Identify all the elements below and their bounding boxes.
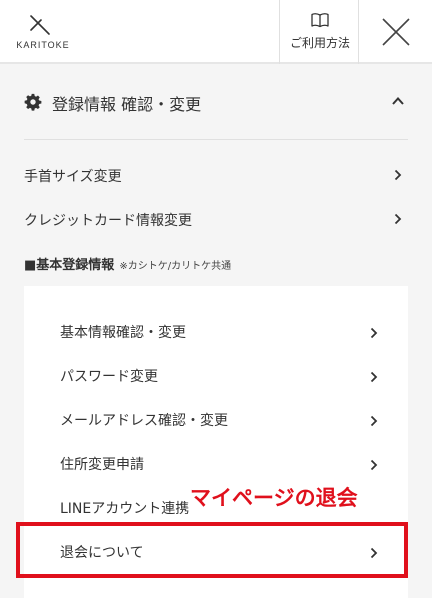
chevron-right-icon — [394, 169, 402, 181]
header: KARITOKE ご利用方法 — [0, 0, 432, 64]
gear-icon — [24, 93, 42, 111]
menu-item-label: 基本情報確認・変更 — [60, 325, 186, 341]
menu-item-label: パスワード変更 — [60, 369, 158, 385]
menu-item-label: メールアドレス確認・変更 — [60, 413, 228, 429]
menu-item-address[interactable]: 住所変更申請 — [60, 442, 378, 486]
menu-item-credit-card[interactable]: クレジットカード情報変更 — [24, 198, 408, 238]
chevron-up-icon — [392, 97, 404, 105]
basic-info-note: ※カシトケ/カリトケ共通 — [119, 261, 232, 272]
usage-guide-button[interactable]: ご利用方法 — [279, 0, 359, 64]
menu-item-basic-info[interactable]: 基本情報確認・変更 — [60, 310, 378, 354]
usage-guide-label: ご利用方法 — [289, 36, 350, 50]
annotation-text: マイページの退会 — [190, 486, 358, 510]
menu-item-label: LINEアカウント連携 — [60, 501, 190, 517]
chevron-right-icon — [370, 459, 378, 471]
logo-mark-icon — [30, 15, 50, 35]
basic-info-heading: ■基本登録情報 ※カシトケ/カリトケ共通 — [24, 254, 231, 273]
close-menu-button[interactable] — [360, 0, 432, 64]
chevron-right-icon — [370, 415, 378, 427]
section-title: 登録情報 確認・変更 — [52, 95, 202, 114]
menu-item-wrist-size[interactable]: 手首サイズ変更 — [24, 154, 408, 194]
registration-section-toggle[interactable]: 登録情報 確認・変更 — [24, 78, 408, 140]
logo-text: KARITOKE — [16, 40, 70, 50]
withdraw-highlight-box — [16, 522, 408, 578]
menu-item-label: 住所変更申請 — [60, 457, 144, 473]
menu-item-password[interactable]: パスワード変更 — [60, 354, 378, 398]
basic-info-title: ■基本登録情報 — [24, 258, 115, 273]
close-icon — [382, 18, 410, 46]
chevron-right-icon — [370, 371, 378, 383]
chevron-right-icon — [370, 327, 378, 339]
chevron-right-icon — [394, 213, 402, 225]
karitoke-logo[interactable]: KARITOKE — [14, 10, 72, 56]
menu-item-label: クレジットカード情報変更 — [24, 213, 192, 229]
menu-item-label: 手首サイズ変更 — [24, 169, 122, 185]
book-icon — [311, 13, 329, 28]
menu-item-email[interactable]: メールアドレス確認・変更 — [60, 398, 378, 442]
